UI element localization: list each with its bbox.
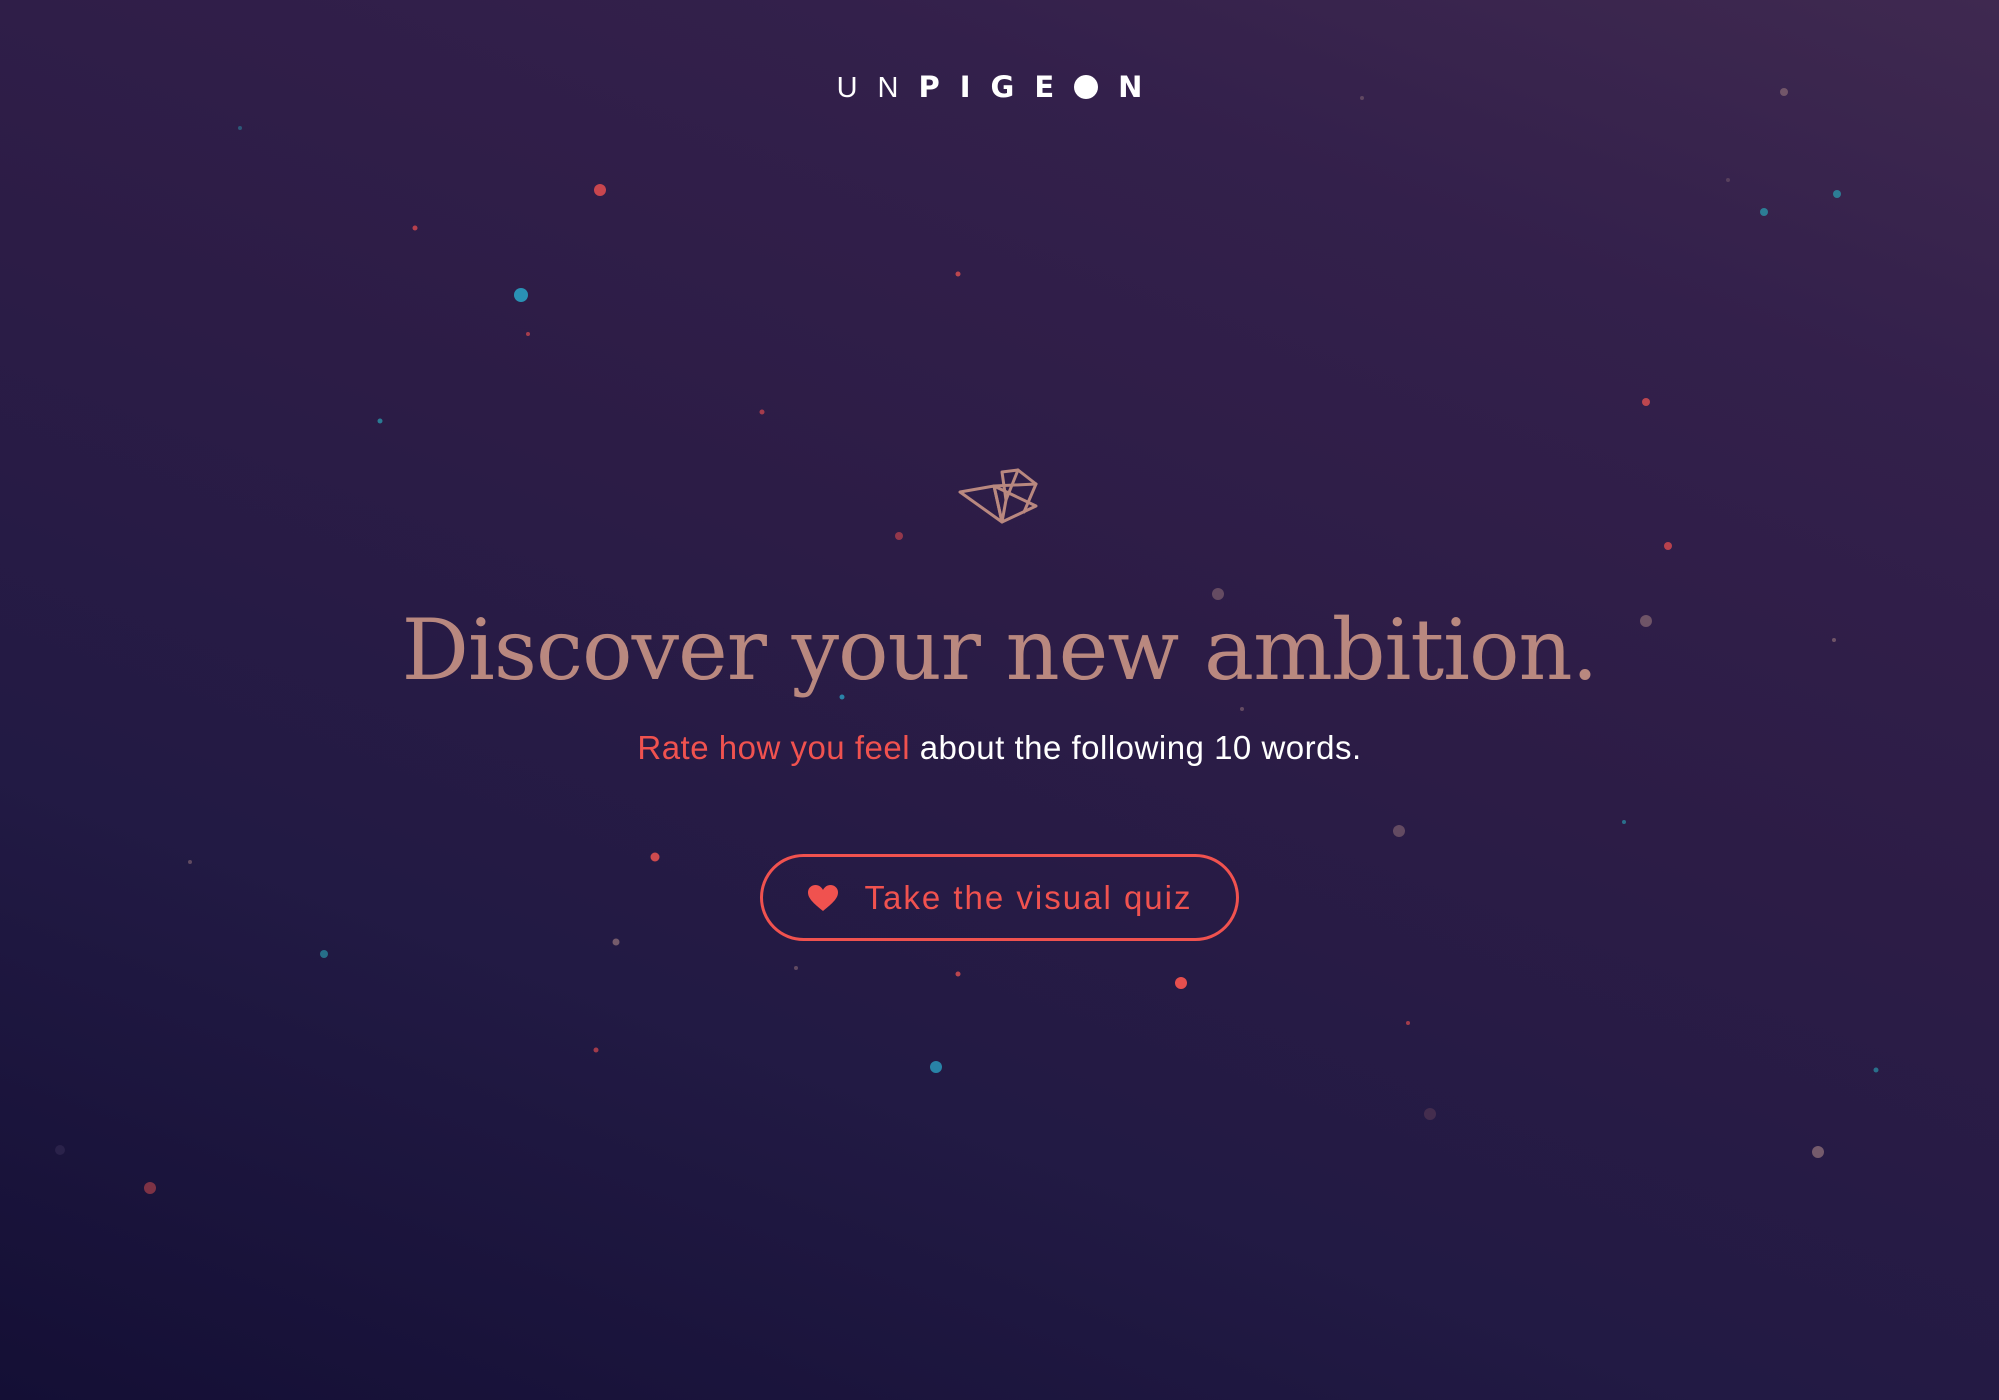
particle-dot [650, 852, 660, 862]
particle-dot [759, 409, 765, 415]
heart-icon [807, 884, 838, 911]
particle-dot [955, 271, 961, 277]
particle-dot [526, 332, 530, 336]
subheading: Rate how you feel about the following 10… [0, 726, 1999, 770]
particle-dot [1642, 398, 1650, 406]
particle-dot [930, 1061, 942, 1073]
logo-text-end: N [1118, 70, 1163, 104]
unpigeon-logo[interactable]: UNPIGE N [0, 70, 1999, 105]
particle-dot [593, 1047, 599, 1053]
subheading-rest: about the following 10 words. [910, 729, 1362, 766]
particle-dot [1175, 977, 1187, 989]
logo-text-light: UN [836, 72, 919, 104]
origami-bird-icon [958, 468, 1038, 524]
particle-dot [794, 966, 798, 970]
particle-dot [238, 126, 242, 130]
logo-text-bold: PIGE [918, 70, 1075, 104]
particle-dot [594, 184, 606, 196]
particle-dot [1726, 178, 1730, 182]
particle-dot [514, 288, 528, 302]
particle-dot [320, 950, 328, 958]
particle-dot [412, 225, 418, 231]
particle-dot [1760, 208, 1768, 216]
particle-dot [1424, 1108, 1436, 1120]
particle-dot [55, 1145, 65, 1155]
take-quiz-label: Take the visual quiz [864, 878, 1193, 916]
particle-dot [144, 1182, 156, 1194]
subheading-accent: Rate how you feel [637, 729, 911, 766]
particle-dot [188, 860, 192, 864]
page-headline: Discover your new ambition. [401, 601, 1599, 699]
particle-dot [895, 532, 903, 540]
particle-dot [1833, 190, 1841, 198]
take-quiz-button[interactable]: Take the visual quiz [760, 854, 1239, 941]
particle-dot [1622, 820, 1626, 824]
particle-dot [1406, 1021, 1410, 1025]
particle-dot [612, 938, 620, 946]
particle-dot [1873, 1067, 1879, 1073]
particle-dot [1393, 825, 1405, 837]
particle-dot [1664, 542, 1672, 550]
logo-dot-icon [1074, 75, 1099, 99]
particle-dot [377, 418, 383, 424]
particle-dot [1812, 1146, 1824, 1158]
particle-dot [955, 971, 961, 977]
